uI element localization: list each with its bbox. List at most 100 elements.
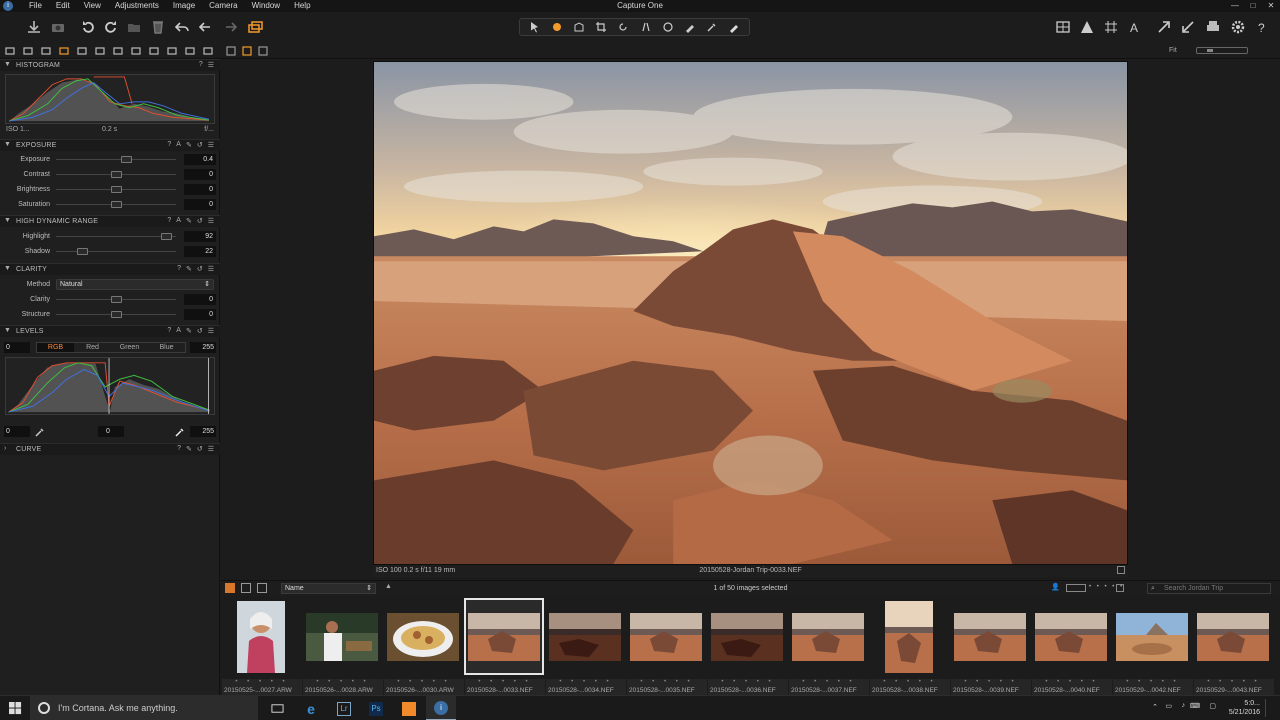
star-rating[interactable]: • • • • • <box>1113 679 1193 685</box>
thumbnail-image[interactable] <box>546 599 624 674</box>
help-icon[interactable]: ? <box>199 61 203 69</box>
thumbnail-image[interactable] <box>384 599 462 674</box>
levels-channel-red[interactable]: Red <box>74 343 111 352</box>
picker-icon[interactable]: ✎ <box>186 265 192 273</box>
copy-arrow-icon[interactable] <box>1154 17 1174 37</box>
star-rating[interactable]: • • • • • <box>465 679 545 685</box>
menu-adjustments[interactable]: Adjustments <box>108 1 166 10</box>
expand-chevron-icon[interactable]: › <box>4 445 6 452</box>
show-desktop-button[interactable] <box>1265 699 1277 717</box>
star-rating[interactable]: • • • • • <box>627 679 707 685</box>
adjustments-tab-icon[interactable] <box>148 45 160 57</box>
tray-chevron-icon[interactable]: ⌃ <box>1152 703 1158 711</box>
capture-tab-icon[interactable] <box>22 45 34 57</box>
annotation-icon[interactable] <box>726 19 742 35</box>
slider-knob[interactable] <box>111 201 122 208</box>
reset-icon[interactable]: ↺ <box>197 445 203 453</box>
help-icon[interactable]: ? <box>1252 17 1272 37</box>
levels-output-high[interactable]: 255 <box>190 426 216 437</box>
details-tab-icon[interactable] <box>112 45 124 57</box>
grid-overlay-icon[interactable] <box>1101 17 1121 37</box>
copy-adjustments-icon[interactable] <box>245 17 265 37</box>
start-button[interactable] <box>0 696 30 720</box>
thumbnail[interactable]: • • • • • 20150526-...0030.ARW <box>384 599 464 695</box>
picker-icon[interactable]: ✎ <box>186 141 192 149</box>
menu-camera[interactable]: Camera <box>202 1 244 10</box>
import-icon[interactable] <box>24 17 44 37</box>
thumbnail[interactable]: • • • • • 20150528-...0038.NEF <box>870 599 950 695</box>
rotate-tool-icon[interactable] <box>615 19 631 35</box>
curve-header[interactable]: › CURVE ? ✎ ↺ ☰ <box>0 443 220 455</box>
collapse-chevron-icon[interactable]: ▼ <box>4 265 11 272</box>
slider-knob[interactable] <box>111 171 122 178</box>
levels-header[interactable]: ▼ LEVELS ? A ✎ ↺ ☰ <box>0 325 220 337</box>
menu-icon[interactable]: ☰ <box>208 265 214 273</box>
photoshop-icon[interactable]: Ps <box>361 696 391 720</box>
thumbnail[interactable]: • • • • • 20150528-...0035.NEF <box>627 599 707 695</box>
redo-icon[interactable] <box>220 17 240 37</box>
close-button[interactable]: ✕ <box>1262 0 1280 12</box>
recorder-app-icon[interactable] <box>394 696 424 720</box>
auto-icon[interactable]: A <box>176 217 181 225</box>
main-photo[interactable] <box>373 61 1128 565</box>
task-view-icon[interactable] <box>262 696 292 720</box>
levels-input-high[interactable]: 255 <box>190 342 216 353</box>
viewer-compare-icon[interactable] <box>257 45 269 57</box>
menu-window[interactable]: Window <box>245 1 287 10</box>
reset-icon[interactable] <box>196 17 216 37</box>
star-rating[interactable]: • • • • • <box>303 679 383 685</box>
composition-tab-icon[interactable] <box>94 45 106 57</box>
thumbnail-image[interactable] <box>1113 599 1191 674</box>
browser-search[interactable]: ⌕ Search Jordan Trip <box>1147 583 1271 594</box>
slider-value[interactable]: 0 <box>184 184 216 195</box>
fullscreen-icon[interactable] <box>1117 566 1125 574</box>
auto-icon[interactable]: A <box>176 327 181 335</box>
grid-layout-icon[interactable] <box>1053 17 1073 37</box>
capture-one-taskbar-icon[interactable]: i <box>426 696 456 720</box>
maximize-button[interactable]: □ <box>1244 0 1262 12</box>
collapse-chevron-icon[interactable]: ▼ <box>4 327 11 334</box>
star-rating[interactable]: • • • • • <box>1194 679 1274 685</box>
trash-icon[interactable] <box>148 17 168 37</box>
thumbnail[interactable]: • • • • • 20150528-...0040.NEF <box>1032 599 1112 695</box>
levels-output-low[interactable]: 0 <box>4 426 30 437</box>
taskbar-clock[interactable]: 5:0... 5/21/2016 <box>1229 699 1260 717</box>
loupe-icon[interactable] <box>571 19 587 35</box>
collapse-chevron-icon[interactable]: ▼ <box>4 217 11 224</box>
method-select[interactable]: Natural ⇕ <box>56 279 214 290</box>
slider-track[interactable] <box>56 251 176 252</box>
slider-value[interactable]: 0 <box>184 169 216 180</box>
black-point-picker-icon[interactable] <box>34 425 46 437</box>
levels-histogram[interactable] <box>5 357 215 415</box>
thumbnail-size-slider[interactable] <box>1066 584 1086 592</box>
move-to-folder-icon[interactable] <box>124 17 144 37</box>
zoom-fit-label[interactable]: Fit <box>1169 47 1177 54</box>
slider-value[interactable]: 0.4 <box>184 154 216 165</box>
viewer-multi-icon[interactable] <box>241 45 253 57</box>
viewer-single-icon[interactable] <box>225 45 237 57</box>
help-icon[interactable]: ? <box>177 445 181 453</box>
help-icon[interactable]: ? <box>177 265 181 273</box>
thumbnail-image[interactable] <box>627 599 705 674</box>
thumbnail-image[interactable] <box>222 599 300 674</box>
thumbnail-image[interactable] <box>708 599 786 674</box>
levels-channel-blue[interactable]: Blue <box>148 343 185 352</box>
rotate-left-icon[interactable] <box>78 17 98 37</box>
hdr-header[interactable]: ▼ HIGH DYNAMIC RANGE ? A ✎ ↺ ☰ <box>0 215 220 227</box>
thumbnail[interactable]: • • • • • 20150528-...0033.NEF <box>464 598 545 695</box>
lightroom-icon[interactable]: Lr <box>329 696 359 720</box>
thumbnail-image[interactable] <box>1032 599 1110 674</box>
help-icon[interactable]: ? <box>167 327 171 335</box>
reset-icon[interactable]: ↺ <box>197 217 203 225</box>
menu-icon[interactable]: ☰ <box>208 445 214 453</box>
thumbnail[interactable]: • • • • • 20150528-...0036.NEF <box>708 599 788 695</box>
apply-arrow-icon[interactable] <box>1178 17 1198 37</box>
slider-knob[interactable] <box>111 311 122 318</box>
clarity-header[interactable]: ▼ CLARITY ? ✎ ↺ ☰ <box>0 263 220 275</box>
thumbnail[interactable]: • • • • • 20150529-...0043.NEF <box>1194 599 1274 695</box>
zoom-slider[interactable] <box>1196 47 1248 54</box>
keyboard-icon[interactable]: ⌨ <box>1190 702 1200 710</box>
local-adjustments-tab-icon[interactable] <box>130 45 142 57</box>
pan-hand-icon[interactable] <box>549 19 565 35</box>
slider-value[interactable]: 22 <box>184 246 216 257</box>
